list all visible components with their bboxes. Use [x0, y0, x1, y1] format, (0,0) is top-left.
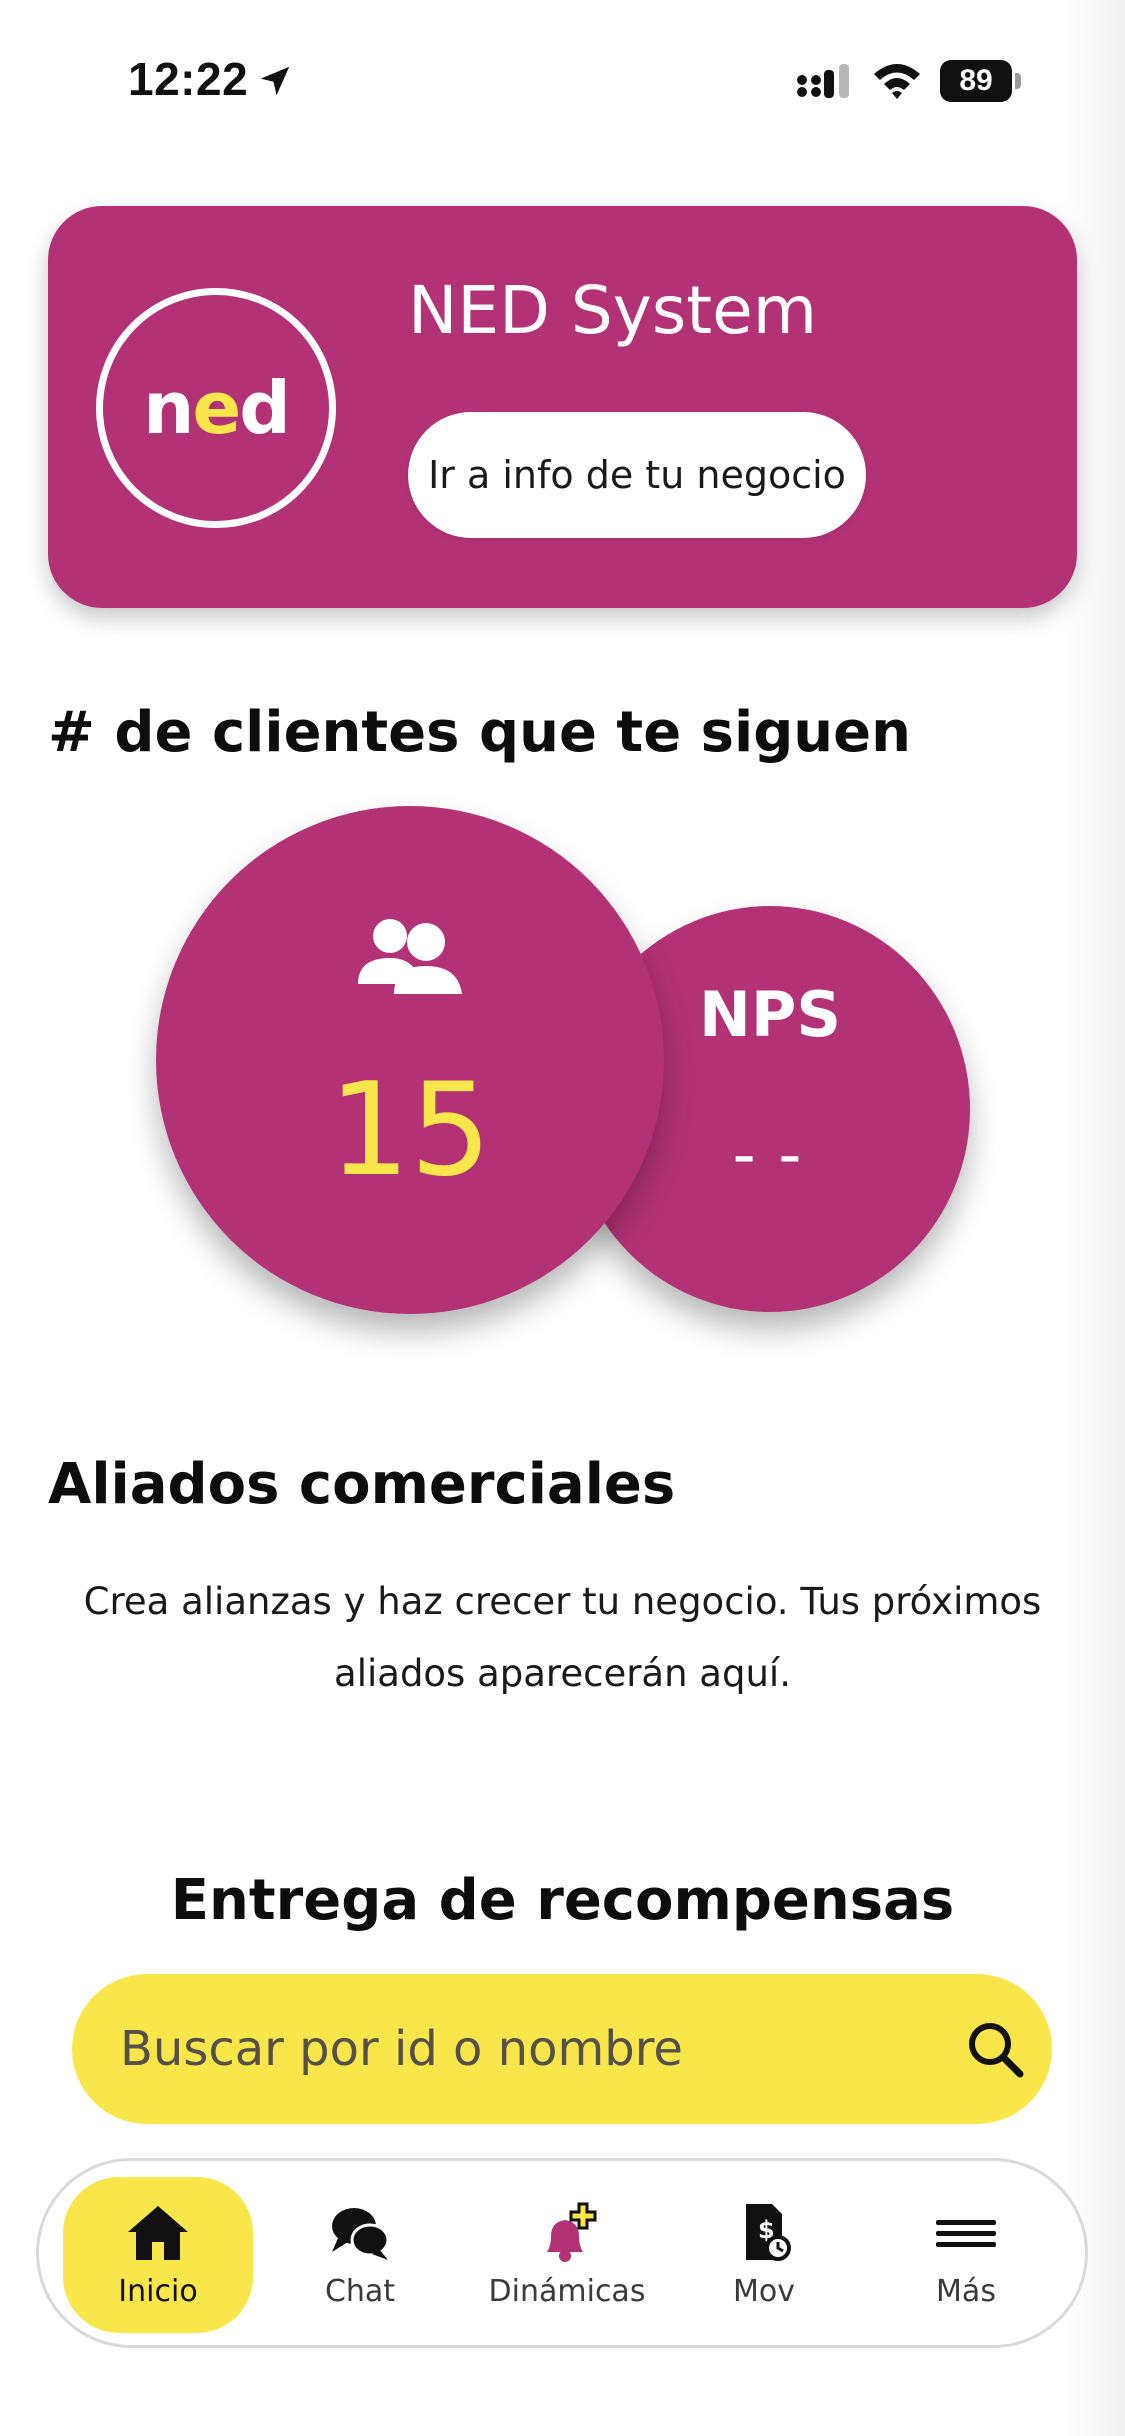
document-dollar-icon: $ — [746, 2203, 791, 2261]
rewards-search-input[interactable] — [120, 1974, 940, 2124]
bottom-tab-bar: Inicio Chat Dinámicas $ Mov Más — [36, 2158, 1088, 2348]
signal-icon — [797, 64, 849, 98]
followers-circle: 15 — [156, 806, 664, 1314]
tab-mas[interactable]: Más — [871, 2177, 1061, 2333]
tab-mov[interactable]: $ Mov — [669, 2177, 859, 2333]
business-name: NED System — [408, 272, 817, 349]
wifi-icon — [874, 64, 920, 99]
tab-inicio-label: Inicio — [118, 2273, 198, 2309]
allies-description: Crea alianzas y haz crecer tu negocio. T… — [83, 1580, 1042, 1695]
followers-title: # de clientes que te siguen — [48, 700, 911, 765]
users-icon — [358, 919, 462, 994]
tab-dinamicas[interactable]: Dinámicas — [467, 2177, 667, 2333]
home-icon — [128, 2205, 188, 2260]
tab-mas-label: Más — [936, 2273, 996, 2309]
tab-inicio[interactable]: Inicio — [63, 2177, 253, 2333]
search-icon[interactable] — [966, 2020, 1024, 2078]
business-info-button[interactable]: Ir a info de tu negocio — [408, 412, 866, 538]
followers-count: 15 — [328, 1056, 492, 1205]
bell-plus-icon — [547, 2202, 597, 2262]
business-logo: ned — [96, 288, 336, 528]
location-arrow-icon — [260, 66, 290, 96]
battery-level: 89 — [940, 60, 1012, 102]
allies-title: Aliados comerciales — [48, 1452, 676, 1517]
rewards-search-bar[interactable] — [72, 1974, 1052, 2124]
tab-mov-label: Mov — [733, 2273, 795, 2309]
logo-wordmark: ned — [143, 366, 291, 450]
menu-icon — [936, 2219, 996, 2247]
status-time: 12:22 — [128, 53, 249, 105]
tab-chat[interactable]: Chat — [265, 2177, 455, 2333]
business-card: ned NED System Ir a info de tu negocio — [48, 206, 1077, 608]
tab-chat-label: Chat — [324, 2273, 396, 2309]
battery-icon: 89 — [940, 60, 1022, 102]
status-bar: 12:22 89 — [0, 0, 1125, 160]
tab-dinamicas-label: Dinámicas — [488, 2273, 646, 2309]
chat-bubbles-icon — [332, 2207, 390, 2260]
rewards-title: Entrega de recompensas — [170, 1868, 955, 1933]
